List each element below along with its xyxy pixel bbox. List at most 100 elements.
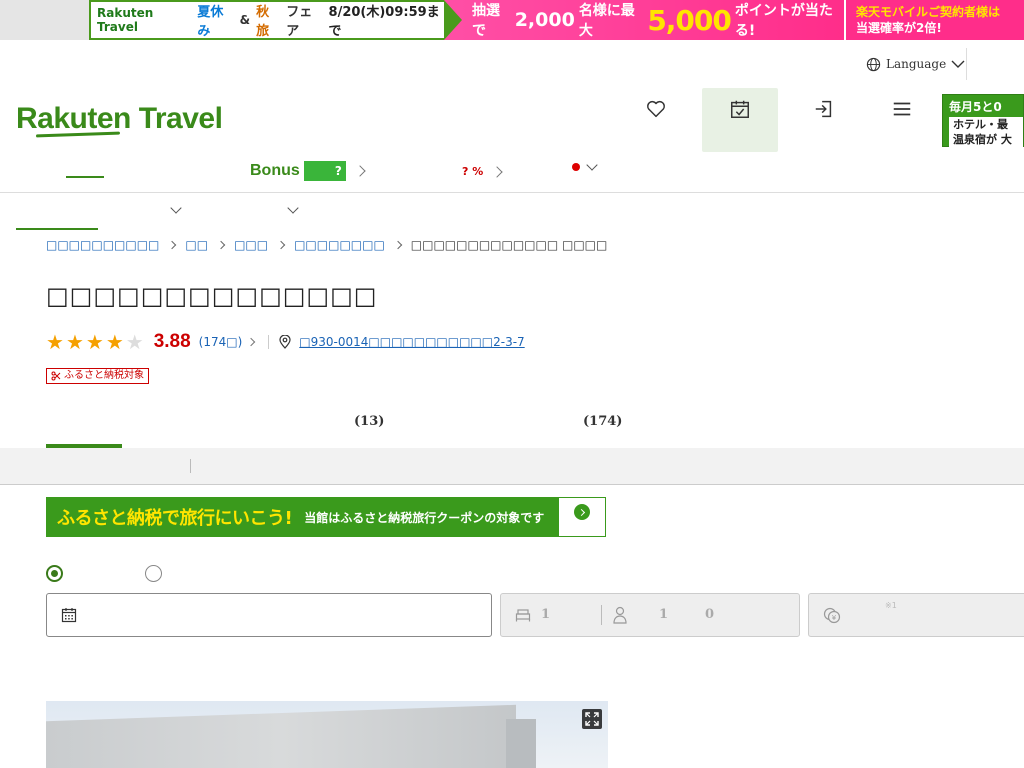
sticky-filter-bar <box>0 448 1024 485</box>
side-promo-banner[interactable]: 毎月5と0 ホテル・最 温泉宿が 大 <box>942 94 1024 147</box>
price-input[interactable]: ¥ ※1 <box>808 593 1024 637</box>
review-score: 3.88 <box>153 331 191 352</box>
promo-mobile-line1: 楽天モバイルご契約者様は <box>856 5 1001 19</box>
side-promo-title: 毎月5と0 <box>949 100 1002 114</box>
globe-icon <box>866 57 881 71</box>
scissors-icon <box>51 371 61 381</box>
favorites-button[interactable] <box>618 88 694 152</box>
furusato-badge-label: ふるさと納税対象 <box>64 370 144 381</box>
rating-row: ★ ★ ★ ★ ★ 3.88 (174□) □930-0014□□□□□□□□□□□2-… <box>46 331 525 353</box>
breadcrumb-current: □□□□□□□□□□□□□ □□□□ <box>410 238 608 252</box>
side-promo-line3: 温泉宿が 大 <box>953 133 1012 146</box>
star-icon: ★ <box>85 330 104 354</box>
side-promo-line2: ホテル・最 <box>953 118 1008 131</box>
coins-icon: ¥ <box>823 607 841 624</box>
address-link[interactable]: □930-0014□□□□□□□□□□□2-3-7 <box>279 335 525 349</box>
furusato-banner-subtitle: 当館はふるさと納税旅行クーポンの対象です <box>304 510 545 525</box>
chevron-right-icon <box>491 165 503 178</box>
promo-date: 8/20(木)09:59まで <box>328 5 440 39</box>
hamburger-icon <box>893 102 911 116</box>
search-mode-radio-2[interactable] <box>145 565 162 582</box>
adults-value: 1 <box>659 607 669 622</box>
promo-summer: 夏休み <box>197 5 224 39</box>
chevron-right-icon <box>216 240 226 250</box>
promo-banner-area: Rakuten Travel 夏休み & 秋旅 フェア 8/20(木)09:59… <box>0 0 1024 40</box>
chevron-down-icon <box>951 60 965 68</box>
arrow-right-icon <box>574 504 590 520</box>
promo-lottery: 抽選で 2,000 名様に最大 5,000 ポイントが当たる! <box>444 0 844 40</box>
reservations-button[interactable] <box>702 88 778 152</box>
category-nav <box>0 152 1024 193</box>
furusato-banner-title: ふるさと納税で旅行にいこう! <box>57 508 293 529</box>
star-icon: ★ <box>65 330 84 354</box>
breadcrumb-item[interactable]: □□□ <box>234 238 268 252</box>
login-icon <box>815 100 832 118</box>
chevron-right-icon <box>276 240 286 250</box>
breadcrumb-item[interactable]: □□ <box>185 238 208 252</box>
promo-points: 5,000 <box>647 3 732 37</box>
breadcrumb: □□□□□□□□□□ □□ □□□ □□□□□□□□ □□□□□□□□□□□□□… <box>46 238 607 252</box>
sub-nav-active-indicator <box>16 228 98 230</box>
map-pin-icon <box>279 335 291 349</box>
star-icon: ★ <box>125 330 144 354</box>
promo-lottery-prefix: 抽選で <box>472 3 500 39</box>
promo-lottery-mid: 名様に最大 <box>578 3 635 39</box>
promo-fair: フェア <box>286 5 313 39</box>
date-input[interactable] <box>46 593 492 637</box>
bonus-nav-item[interactable]: Bonus ? <box>250 161 366 181</box>
language-selector[interactable]: Language <box>866 55 965 73</box>
expand-icon <box>585 712 599 726</box>
star-rating: ★ ★ ★ ★ ★ <box>46 332 144 352</box>
breadcrumb-item[interactable]: □□□□□□□□ <box>294 238 385 252</box>
promo-mobile-line2: 当選確率が2倍! <box>856 21 942 35</box>
divider <box>268 335 270 349</box>
promo-banner[interactable]: Rakuten Travel 夏休み & 秋旅 フェア 8/20(木)09:59… <box>89 0 1024 40</box>
promo-brand: Rakuten Travel <box>97 6 154 34</box>
calendar-check-icon <box>731 100 749 118</box>
bonus-badge: ? <box>303 161 346 181</box>
guests-input[interactable]: 1 1 0 <box>500 593 800 637</box>
page-title: □□□□□□□□□□□□□□ <box>46 282 378 310</box>
percent-label: ? % <box>462 165 484 178</box>
calendar-icon <box>61 608 77 623</box>
review-count-link[interactable]: (174□) <box>199 335 256 349</box>
menu-button[interactable] <box>864 88 940 152</box>
furusato-coupon-banner[interactable]: ふるさと納税で旅行にいこう! 当館はふるさと納税旅行クーポンの対象です <box>46 497 606 537</box>
bed-icon <box>515 609 531 622</box>
children-value: 0 <box>705 607 715 622</box>
search-mode-radio-1[interactable] <box>46 565 63 582</box>
header-divider <box>966 48 967 80</box>
login-button[interactable] <box>786 88 862 152</box>
notification-dot <box>572 163 580 171</box>
promo-mobile: 楽天モバイルご契約者様は 当選確率が2倍! <box>844 0 1024 40</box>
divider <box>190 459 191 473</box>
bonus-label: Bonus <box>250 162 300 179</box>
sub-nav <box>0 193 1024 231</box>
language-label: Language <box>886 57 947 71</box>
chevron-right-icon <box>393 240 403 250</box>
star-icon: ★ <box>105 330 124 354</box>
promo-points-unit: ポイントが当たる! <box>734 3 833 39</box>
chevron-right-icon <box>168 240 177 250</box>
hotel-photo[interactable] <box>46 701 608 768</box>
tab-plans[interactable]: (13) <box>354 414 384 429</box>
promo-fair-info: Rakuten Travel 夏休み & 秋旅 フェア 8/20(木)09:59… <box>89 0 462 40</box>
chevron-right-icon <box>247 337 256 347</box>
heart-icon <box>647 100 665 118</box>
expand-photo-button[interactable] <box>582 709 602 729</box>
address-text: □930-0014□□□□□□□□□□□2-3-7 <box>299 335 525 349</box>
star-icon: ★ <box>46 330 64 354</box>
page-tabs: (13) (174) <box>0 400 1024 448</box>
rooms-value: 1 <box>541 607 551 622</box>
tab-reviews[interactable]: (174) <box>583 414 622 429</box>
divider <box>601 605 602 625</box>
percent-nav-item[interactable]: ? % <box>462 165 503 178</box>
furusato-badge: ふるさと納税対象 <box>46 368 149 384</box>
breadcrumb-item[interactable]: □□□□□□□□□□ <box>46 238 159 252</box>
person-icon <box>613 606 627 624</box>
promo-lottery-count: 2,000 <box>514 9 575 31</box>
notification-nav-item[interactable] <box>572 159 598 171</box>
price-note: ※1 <box>885 601 897 610</box>
promo-and: & <box>239 13 251 27</box>
svg-text:¥: ¥ <box>832 614 837 622</box>
